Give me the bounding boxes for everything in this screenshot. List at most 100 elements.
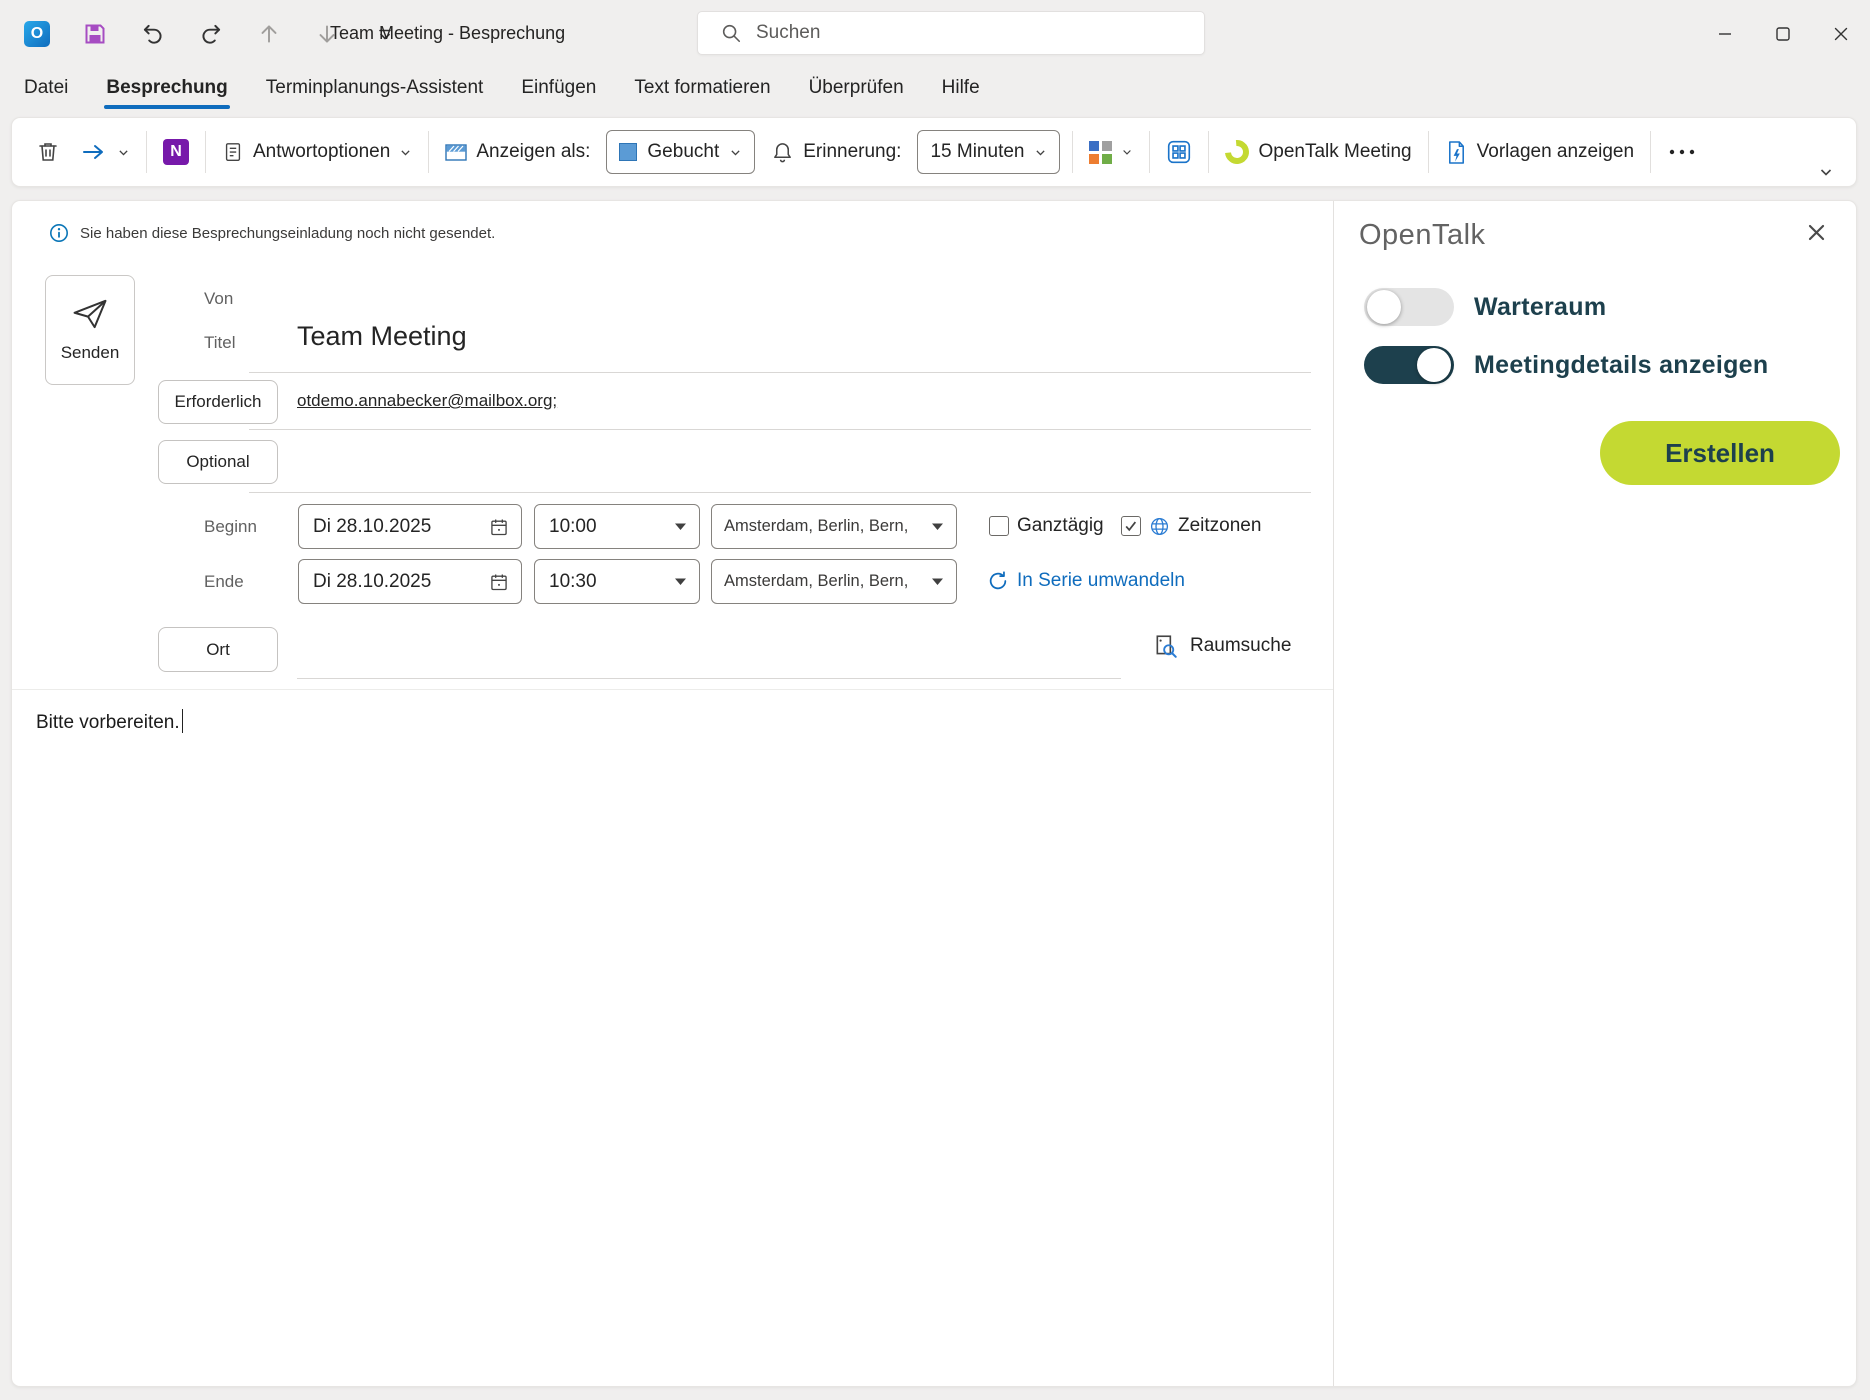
delete-button[interactable] <box>26 128 70 176</box>
toolbar-separator <box>146 131 147 173</box>
ribbon-tabs: Datei Besprechung Terminplanungs-Assiste… <box>0 67 1870 113</box>
titel-label: Titel <box>204 333 236 353</box>
dropdown-arrow-icon <box>931 577 944 586</box>
collapse-ribbon-button[interactable] <box>1818 164 1834 180</box>
tab-hilfe[interactable]: Hilfe <box>940 71 982 109</box>
chevron-down-icon <box>729 146 742 159</box>
room-finder-label: Raumsuche <box>1190 635 1291 657</box>
templates-icon <box>1445 140 1468 165</box>
minimize-button[interactable] <box>1696 0 1754 67</box>
start-timezone-dropdown[interactable]: Amsterdam, Berlin, Bern, <box>711 504 957 549</box>
recurrence-link[interactable]: In Serie umwandeln <box>1017 570 1185 592</box>
dropdown-arrow-icon <box>674 577 687 586</box>
start-date-value: Di 28.10.2025 <box>313 516 431 538</box>
meetingdetails-toggle[interactable] <box>1364 346 1454 384</box>
chevron-down-icon <box>1034 146 1047 159</box>
field-underline <box>297 678 1121 679</box>
field-underline <box>249 492 1311 493</box>
all-day-label: Ganztägig <box>1017 515 1104 537</box>
tab-einfuegen[interactable]: Einfügen <box>519 71 598 109</box>
all-day-checkbox[interactable] <box>989 516 1009 536</box>
trash-icon <box>36 140 60 164</box>
save-icon[interactable] <box>78 17 112 51</box>
start-time-dropdown[interactable]: 10:00 <box>534 504 700 549</box>
search-placeholder: Suchen <box>756 22 820 44</box>
toggle-knob <box>1367 290 1401 324</box>
tab-datei[interactable]: Datei <box>22 71 70 109</box>
forward-button[interactable] <box>70 128 140 176</box>
undo-icon[interactable] <box>136 17 170 51</box>
create-meeting-button[interactable]: Erstellen <box>1600 421 1840 485</box>
required-attendees-field[interactable]: otdemo.annabecker@mailbox.org; <box>297 391 557 411</box>
timezones-checkbox-row[interactable]: Zeitzonen <box>1121 515 1261 537</box>
move-up-icon <box>252 17 286 51</box>
chevron-down-icon <box>399 146 412 159</box>
search-input[interactable]: Suchen <box>697 11 1205 55</box>
close-button[interactable] <box>1812 0 1870 67</box>
show-as-icon <box>445 143 467 162</box>
end-date-value: Di 28.10.2025 <box>313 571 431 593</box>
tab-terminplanungs-assistent[interactable]: Terminplanungs-Assistent <box>264 71 486 109</box>
toolbar-separator <box>1208 131 1209 173</box>
optional-label: Optional <box>186 452 249 472</box>
all-day-checkbox-row[interactable]: Ganztägig <box>989 515 1104 537</box>
vorlagen-anzeigen-button[interactable]: Vorlagen anzeigen <box>1435 128 1644 176</box>
chevron-down-icon <box>1121 146 1133 158</box>
optional-attendees-button[interactable]: Optional <box>158 440 278 484</box>
tab-besprechung[interactable]: Besprechung <box>104 71 229 109</box>
tab-ueberpruefen[interactable]: Überprüfen <box>807 71 906 109</box>
redo-icon[interactable] <box>194 17 228 51</box>
meeting-editor: Sie haben diese Besprechungseinladung no… <box>11 200 1857 1387</box>
reminder-value: 15 Minuten <box>930 141 1024 163</box>
room-finder-button[interactable]: Raumsuche <box>1153 633 1291 659</box>
calendar-icon <box>489 572 509 592</box>
more-commands-button[interactable] <box>1657 128 1707 176</box>
toolbar-separator <box>1149 131 1150 173</box>
globe-icon <box>1149 516 1170 537</box>
bell-icon <box>771 141 794 164</box>
opentalk-meeting-button[interactable]: OpenTalk Meeting <box>1215 128 1421 176</box>
timezones-checkbox[interactable] <box>1121 516 1141 536</box>
toolbar-separator <box>428 131 429 173</box>
antwortoptionen-dropdown[interactable]: Antwortoptionen <box>212 128 422 176</box>
recurrence-link-row[interactable]: In Serie umwandeln <box>987 570 1185 592</box>
toolbar-separator <box>1072 131 1073 173</box>
send-plane-icon <box>69 297 111 331</box>
message-body[interactable]: Bitte vorbereiten. <box>36 709 183 734</box>
window-controls <box>1696 0 1870 67</box>
erinnerung-label: Erinnerung: <box>803 141 901 163</box>
end-timezone-dropdown[interactable]: Amsterdam, Berlin, Bern, <box>711 559 957 604</box>
info-icon <box>49 223 69 243</box>
title-field[interactable]: Team Meeting <box>297 321 467 352</box>
timezones-label: Zeitzonen <box>1178 515 1261 537</box>
show-as-dropdown[interactable]: Gebucht <box>606 130 755 174</box>
onenote-button[interactable]: N <box>153 128 199 176</box>
onenote-icon: N <box>163 139 189 165</box>
recurrence-icon <box>987 570 1009 592</box>
required-attendees-button[interactable]: Erforderlich <box>158 380 278 424</box>
start-date-picker[interactable]: Di 28.10.2025 <box>298 504 522 549</box>
location-button[interactable]: Ort <box>158 627 278 672</box>
send-button[interactable]: Senden <box>45 275 135 385</box>
categories-dropdown[interactable] <box>1079 128 1143 176</box>
chevron-down-icon <box>117 146 130 159</box>
antwortoptionen-label: Antwortoptionen <box>253 141 390 163</box>
apps-button[interactable] <box>1156 128 1202 176</box>
categories-icon <box>1089 141 1112 164</box>
warteraum-toggle[interactable] <box>1364 288 1454 326</box>
panel-close-icon[interactable] <box>1807 223 1826 242</box>
search-icon <box>720 22 742 44</box>
maximize-button[interactable] <box>1754 0 1812 67</box>
response-options-icon <box>222 140 244 164</box>
meetingdetails-label: Meetingdetails anzeigen <box>1474 351 1768 380</box>
end-time-dropdown[interactable]: 10:30 <box>534 559 700 604</box>
tab-text-formatieren[interactable]: Text formatieren <box>632 71 772 109</box>
opentalk-panel-title: OpenTalk <box>1359 219 1486 252</box>
anzeigen-als-label: Anzeigen als: <box>476 141 590 163</box>
reminder-dropdown[interactable]: 15 Minuten <box>917 130 1060 174</box>
end-date-picker[interactable]: Di 28.10.2025 <box>298 559 522 604</box>
opentalk-meeting-label: OpenTalk Meeting <box>1258 141 1411 163</box>
opentalk-panel: OpenTalk Warteraum Meetingdetails anzeig… <box>1334 201 1857 1387</box>
field-underline <box>249 429 1311 430</box>
erinnerung-label-group: Erinnerung: <box>761 128 911 176</box>
